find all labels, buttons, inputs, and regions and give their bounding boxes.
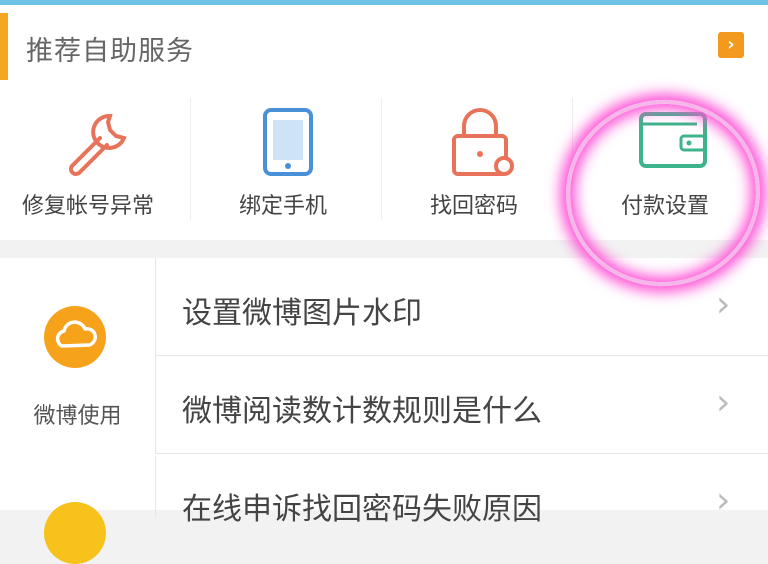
- list-item[interactable]: 微博阅读数计数规则是什么 ›: [156, 356, 768, 454]
- category-icon: [44, 502, 106, 564]
- faq-list: 微博使用 设置微博图片水印 › 微博阅读数计数规则是什么 › 在线申诉找回密码失…: [0, 258, 768, 564]
- cloud-icon: [44, 306, 106, 368]
- list-item[interactable]: 在线申诉找回密码失败原因 ›: [156, 454, 768, 551]
- category-next[interactable]: [0, 456, 156, 564]
- list-item-text: 微博阅读数计数规则是什么: [182, 394, 542, 429]
- phone-icon: [261, 108, 317, 182]
- category-weibo-usage[interactable]: 微博使用: [0, 258, 156, 454]
- service-bind-phone[interactable]: 绑定手机: [191, 80, 381, 240]
- service-label: 找回密码: [430, 194, 519, 219]
- category-label: 微博使用: [33, 404, 122, 429]
- more-arrow-button[interactable]: ›: [718, 32, 744, 58]
- service-recover-password[interactable]: 找回密码: [382, 80, 572, 240]
- header-accent: [0, 13, 8, 83]
- list-item-text: 在线申诉找回密码失败原因: [182, 492, 542, 527]
- chevron-right-icon: ›: [716, 382, 731, 423]
- chevron-right-icon: ›: [716, 284, 731, 325]
- lock-icon: [448, 108, 518, 182]
- section-header: 推荐自助服务 ›: [0, 5, 768, 83]
- wrench-icon: [62, 108, 132, 182]
- chevron-right-icon: ›: [716, 480, 731, 521]
- section-title: 推荐自助服务: [26, 36, 194, 67]
- service-label: 绑定手机: [239, 194, 328, 219]
- service-repair-account[interactable]: 修复帐号异常: [0, 80, 190, 240]
- list-item-text: 设置微博图片水印: [182, 296, 422, 331]
- service-label: 修复帐号异常: [22, 194, 155, 219]
